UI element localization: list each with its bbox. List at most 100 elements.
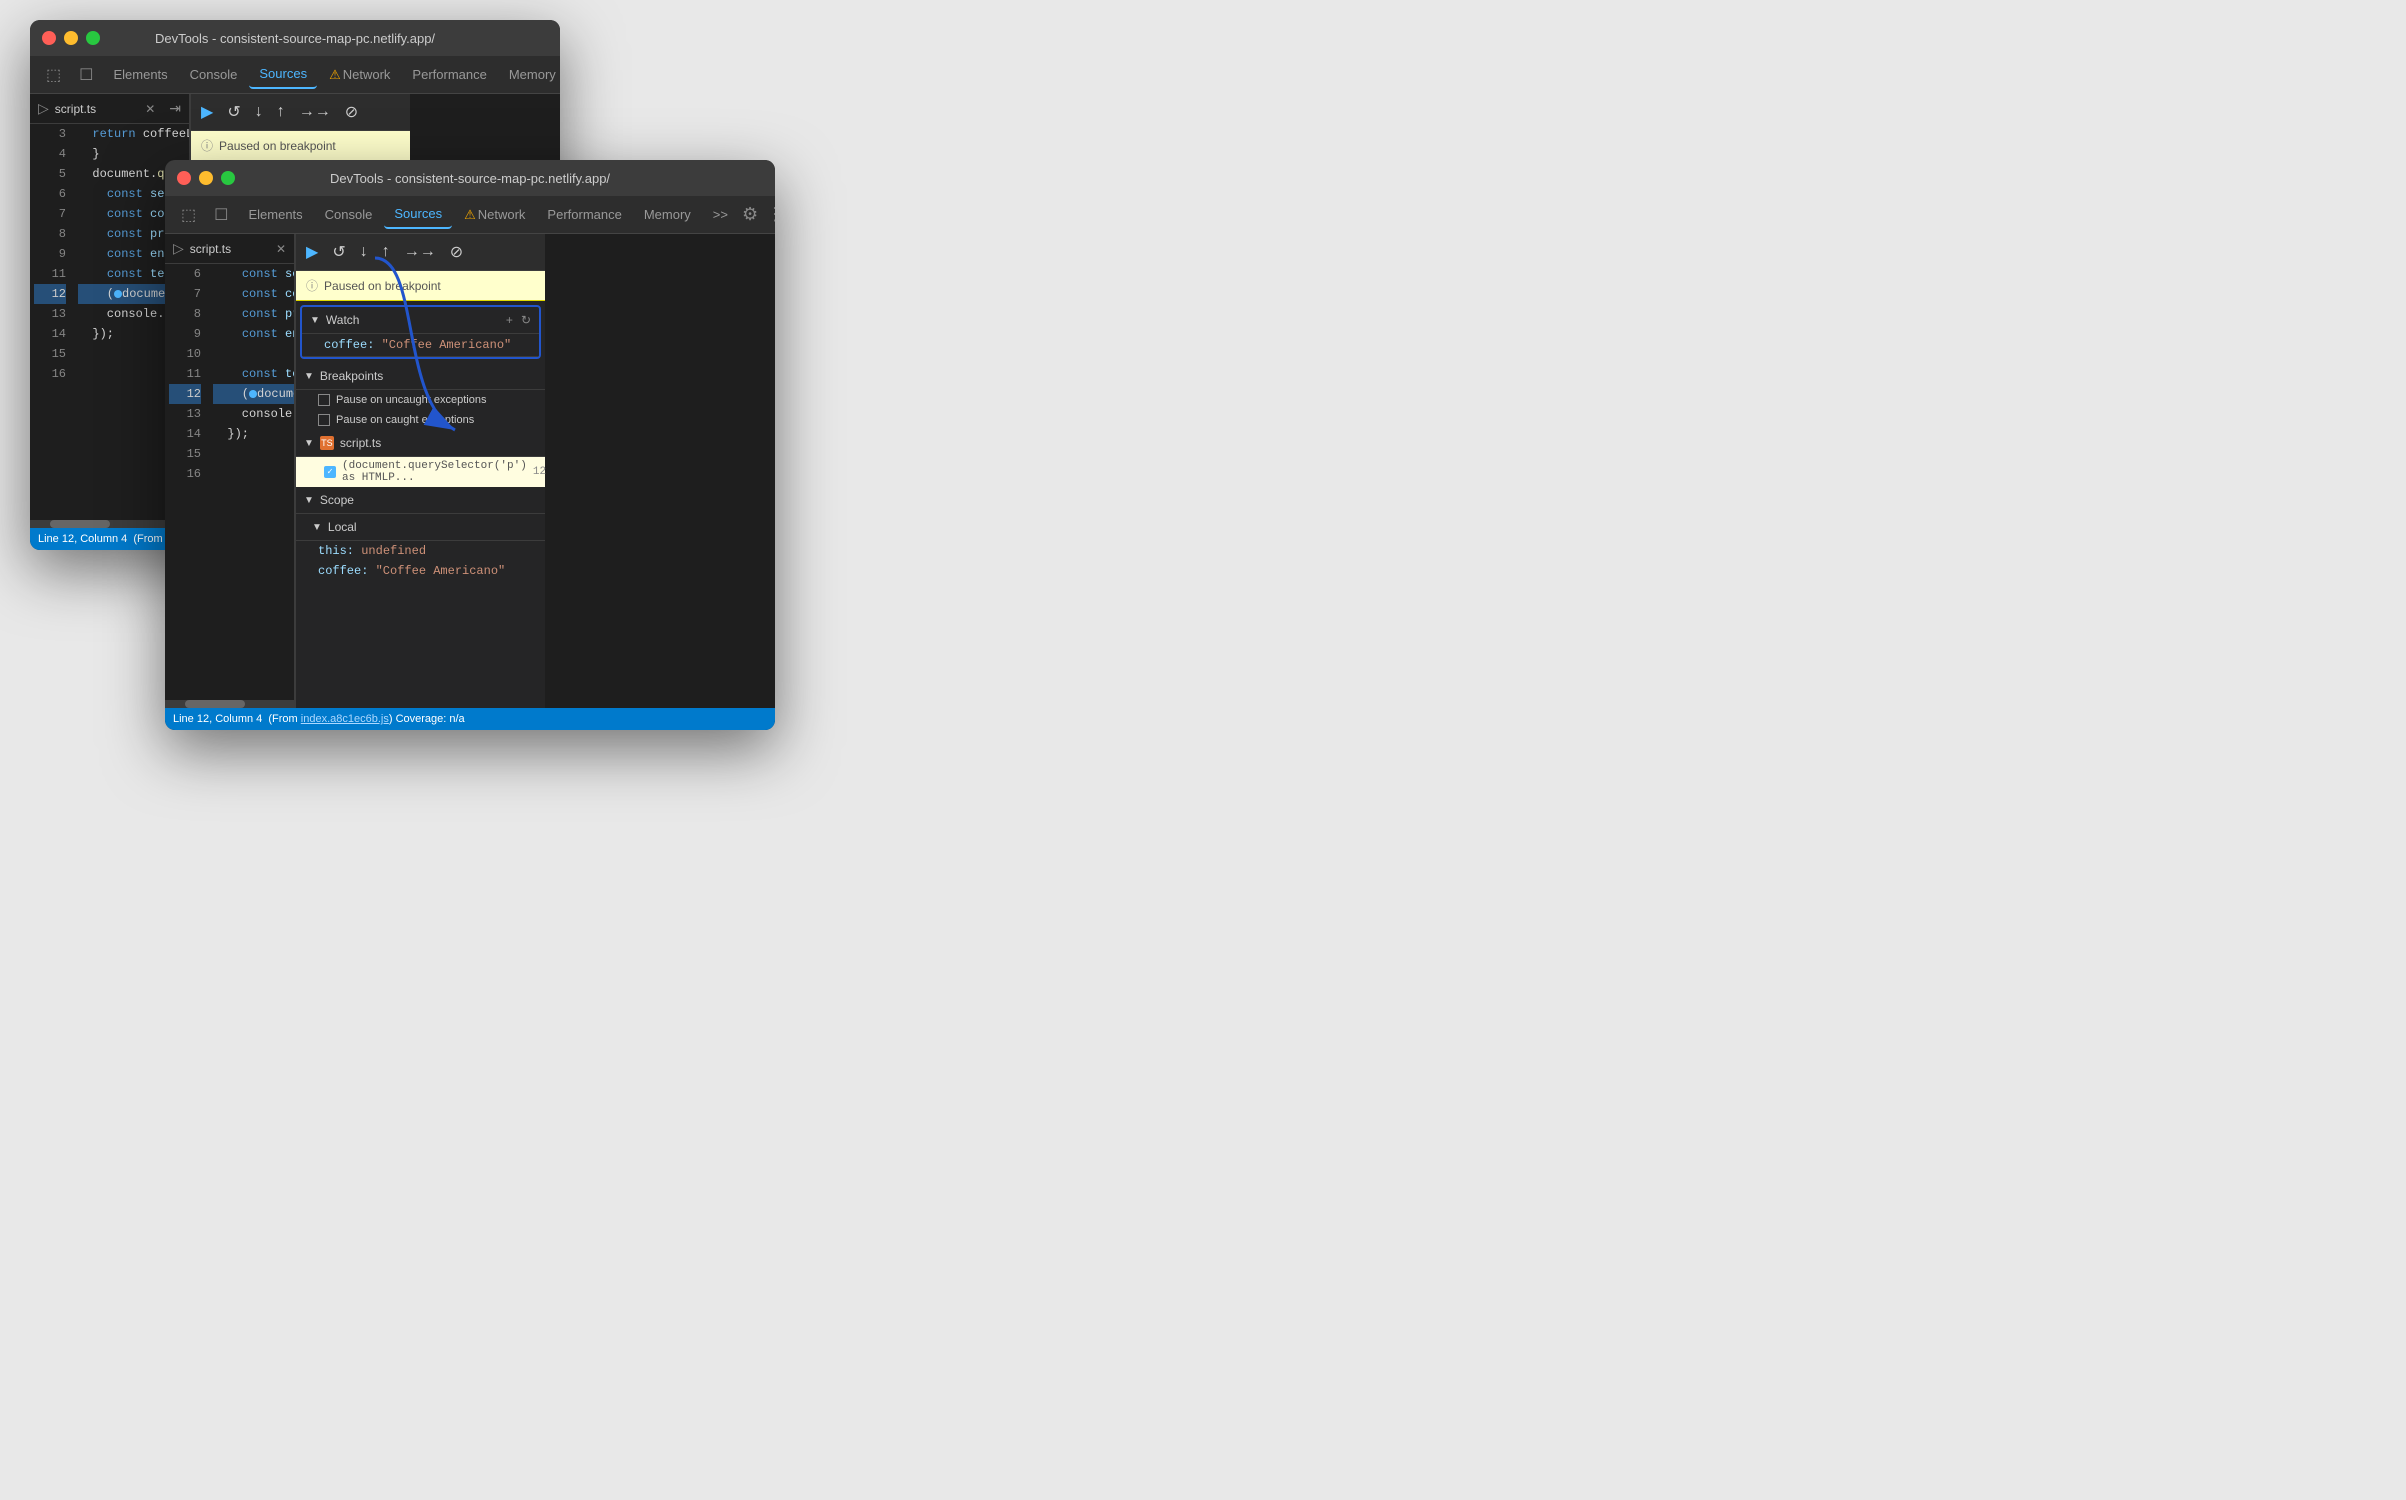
code-line-f-10 (213, 344, 294, 364)
code-content-front: 678910 11 12 13141516 const seedNum = Ma… (165, 264, 294, 700)
deactivate-btn-front[interactable]: ⊘ (448, 240, 465, 264)
paused-banner-back: ⓘ Paused on breakpoint (191, 131, 410, 161)
tab-sources-front[interactable]: Sources (384, 200, 452, 229)
window-title-back: DevTools - consistent-source-map-pc.netl… (155, 31, 435, 46)
scope-coffee: coffee: "Coffee Americano" (296, 561, 545, 581)
resume-btn-back[interactable]: ▶ (199, 100, 215, 124)
code-line-3: return coffeeList[magicNum % c (78, 124, 189, 144)
bp-script-header[interactable]: ▼ TS script.ts (296, 430, 545, 457)
status-link-front[interactable]: index.a8c1ec6b.js (301, 713, 389, 725)
resume-btn-front[interactable]: ▶ (304, 240, 320, 264)
breakpoints-header-front[interactable]: ▼ Breakpoints (296, 363, 545, 390)
step-over-btn-front[interactable]: ↺ (330, 240, 347, 264)
scope-header-front[interactable]: ▼ Scope (296, 487, 545, 514)
step-out-btn-front[interactable]: ↑ (380, 241, 392, 263)
file-expand-icon-back[interactable]: ⇥ (169, 100, 181, 117)
tab-more-front[interactable]: >> (703, 201, 738, 228)
bp-script-item: ✓ (document.querySelector('p') as HTMLP.… (296, 457, 545, 487)
tab-network-front[interactable]: ⚠Network (454, 201, 535, 229)
inspect-icon[interactable]: ⬚ (38, 61, 69, 89)
code-line-f-7: const coffee = 'Coffee ' + getRandomCof (213, 284, 294, 304)
bp-caught-label-front: Pause on caught exceptions (336, 414, 474, 426)
paused-banner-front: ⓘ Paused on breakpoint (296, 271, 545, 301)
bp-line-content: (document.querySelector('p') as HTMLP... (342, 460, 527, 484)
code-line-f-8: const price = seedNum % 100 + ' Euro'; (213, 304, 294, 324)
sidebar-icon-front[interactable]: ▷ (173, 240, 184, 257)
tab-network-back[interactable]: ⚠Network (319, 61, 400, 89)
scope-this-key: this: (318, 544, 361, 558)
file-close-back[interactable]: ✕ (145, 102, 155, 116)
inspect-icon-front[interactable]: ⬚ (173, 201, 204, 229)
tab-bar-back: ⬚ ☐ Elements Console Sources ⚠Network Pe… (30, 56, 560, 94)
step-out-btn-back[interactable]: ↑ (275, 101, 287, 123)
minimize-button-front[interactable] (199, 171, 213, 185)
paused-text-back: Paused on breakpoint (219, 139, 336, 153)
settings-icon-front[interactable]: ⚙ (742, 204, 758, 225)
sources-left-front: ▷ script.ts ✕ 678910 11 12 13141516 cons… (165, 234, 295, 708)
maximize-button-back[interactable] (86, 31, 100, 45)
bp-uncaught-label-front: Pause on uncaught exceptions (336, 394, 486, 406)
add-watch-icon-front[interactable]: + (506, 313, 513, 327)
code-line-f-15 (213, 444, 294, 464)
step-into-btn-back[interactable]: ↓ (253, 101, 265, 123)
tab-elements-back[interactable]: Elements (103, 61, 177, 88)
local-arrow-icon: ▼ (312, 522, 322, 533)
maximize-button-front[interactable] (221, 171, 235, 185)
debug-toolbar-back: ▶ ↺ ↓ ↑ →→ ⊘ (191, 94, 410, 131)
debugger-panel-front: ▶ ↺ ↓ ↑ →→ ⊘ ⓘ Paused on breakpoint ▼ Wa… (295, 234, 545, 708)
script-type-icon: TS (320, 436, 334, 450)
bp-script-name: script.ts (340, 436, 381, 450)
refresh-watch-icon-front[interactable]: ↻ (521, 313, 531, 327)
tab-memory-back[interactable]: Memory (499, 61, 560, 88)
code-line-f-16 (213, 464, 294, 484)
scrollbar-thumb-back (50, 520, 110, 528)
deactivate-btn-back[interactable]: ⊘ (343, 100, 360, 124)
tab-console-front[interactable]: Console (315, 201, 383, 228)
status-bar-front: Line 12, Column 4 (From index.a8c1ec6b.j… (165, 708, 775, 730)
file-name-front: script.ts (190, 242, 231, 256)
status-text-front: Line 12, Column 4 (From index.a8c1ec6b.j… (173, 713, 465, 725)
sidebar-icon-back[interactable]: ▷ (38, 100, 49, 117)
bp-arrow-front: ▼ (304, 371, 314, 382)
paused-text-front: Paused on breakpoint (324, 279, 441, 293)
network-warn-icon-front: ⚠ (464, 207, 476, 222)
step-over-btn-back[interactable]: ↺ (225, 100, 242, 124)
file-tab-front: ▷ script.ts ✕ (165, 234, 294, 264)
close-button-back[interactable] (42, 31, 56, 45)
step-next-btn-back[interactable]: →→ (297, 101, 333, 123)
more-icon-front[interactable]: ⋮ (766, 204, 775, 225)
tab-console-back[interactable]: Console (180, 61, 248, 88)
device-icon[interactable]: ☐ (71, 61, 101, 89)
bp-uncaught-front: Pause on uncaught exceptions (296, 390, 545, 410)
device-icon-front[interactable]: ☐ (206, 201, 236, 229)
tab-performance-front[interactable]: Performance (537, 201, 631, 228)
scope-this: this: undefined (296, 541, 545, 561)
line-numbers-front: 678910 11 12 13141516 (165, 264, 205, 700)
bp-uncaught-checkbox-front[interactable] (318, 394, 330, 406)
minimize-button-back[interactable] (64, 31, 78, 45)
bp-caught-checkbox-front[interactable] (318, 414, 330, 426)
tab-sources-back[interactable]: Sources (249, 60, 317, 89)
scrollbar-thumb-front (185, 700, 245, 708)
local-label-front: Local (328, 520, 357, 534)
tab-memory-front[interactable]: Memory (634, 201, 701, 228)
info-icon-front: ⓘ (306, 277, 318, 294)
watch-arrow-icon-front: ▼ (310, 315, 320, 326)
tab-performance-back[interactable]: Performance (402, 61, 496, 88)
info-icon-back: ⓘ (201, 137, 213, 154)
tab-elements-front[interactable]: Elements (238, 201, 312, 228)
code-line-f-12: (document.querySelector('p') as HTML (213, 384, 294, 404)
scope-coffee-key: coffee: (318, 564, 376, 578)
close-button-front[interactable] (177, 171, 191, 185)
scrollbar-h-front[interactable] (165, 700, 294, 708)
local-header-front[interactable]: ▼ Local (296, 514, 545, 541)
step-into-btn-front[interactable]: ↓ (358, 241, 370, 263)
debug-toolbar-front: ▶ ↺ ↓ ↑ →→ ⊘ (296, 234, 545, 271)
file-close-front[interactable]: ✕ (276, 242, 286, 256)
code-line-f-6: const seedNum = Math.floor(Math.random( (213, 264, 294, 284)
watch-header-front[interactable]: ▼ Watch + ↻ (302, 307, 539, 334)
scope-coffee-val: "Coffee Americano" (376, 564, 506, 578)
step-next-btn-front[interactable]: →→ (402, 241, 438, 263)
title-bar-back: DevTools - consistent-source-map-pc.netl… (30, 20, 560, 56)
watch-val-front: "Coffee Americano" (382, 338, 512, 352)
